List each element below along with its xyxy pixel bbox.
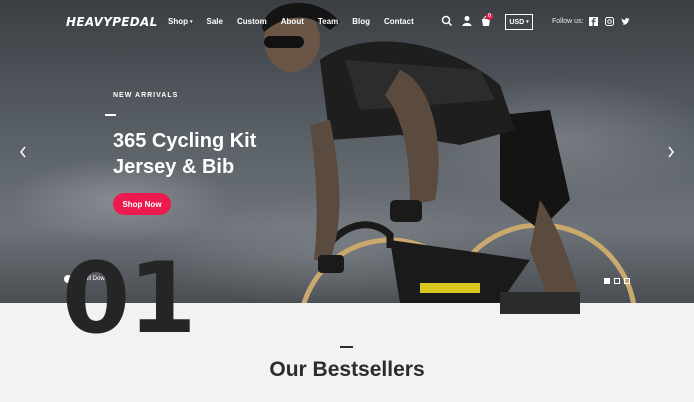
nav-item-blog[interactable]: Blog bbox=[352, 17, 370, 26]
chevron-right-icon[interactable] bbox=[666, 145, 676, 159]
nav-item-about[interactable]: About bbox=[281, 17, 304, 26]
decorative-block bbox=[500, 292, 580, 314]
hero-divider bbox=[105, 114, 116, 116]
nav-item-custom[interactable]: Custom bbox=[237, 17, 267, 26]
chevron-left-icon[interactable] bbox=[18, 145, 28, 159]
nav-item-label: Shop bbox=[168, 17, 188, 26]
nav-item-shop[interactable]: Shop ▾ bbox=[168, 17, 193, 26]
facebook-icon[interactable] bbox=[589, 17, 598, 26]
follow-label: Follow us: bbox=[552, 18, 584, 25]
slide-dot[interactable] bbox=[604, 278, 610, 284]
twitter-icon[interactable] bbox=[621, 17, 630, 26]
instagram-icon[interactable] bbox=[605, 17, 614, 26]
chevron-down-icon: ▾ bbox=[526, 19, 529, 25]
main-nav: Shop ▾ Sale Custom About Team Blog Conta… bbox=[168, 17, 428, 26]
section-divider bbox=[340, 346, 353, 348]
brand-logo[interactable]: HEAVYPEDAL bbox=[66, 15, 158, 29]
currency-selector[interactable]: USD ▾ bbox=[505, 14, 533, 30]
slide-dot[interactable] bbox=[614, 278, 620, 284]
section-number: 01 bbox=[62, 242, 196, 356]
hero-eyebrow: NEW ARRIVALS bbox=[113, 92, 179, 99]
hero-title: 365 Cycling Kit Jersey & Bib bbox=[113, 128, 333, 180]
section-title: Our Bestsellers bbox=[269, 358, 425, 381]
shop-now-button[interactable]: Shop Now bbox=[113, 193, 171, 215]
hero-title-line: 365 Cycling Kit bbox=[113, 130, 257, 152]
slide-dot[interactable] bbox=[624, 278, 630, 284]
currency-value: USD bbox=[509, 18, 525, 26]
user-icon[interactable] bbox=[461, 15, 473, 27]
chevron-down-icon: ▾ bbox=[190, 18, 193, 25]
slide-indicators bbox=[604, 278, 630, 284]
nav-item-team[interactable]: Team bbox=[318, 17, 338, 26]
cart-count-badge: 0 bbox=[486, 13, 493, 20]
hero-title-line: Jersey & Bib bbox=[113, 156, 235, 178]
search-icon[interactable] bbox=[441, 15, 453, 27]
nav-item-contact[interactable]: Contact bbox=[384, 17, 414, 26]
nav-item-sale[interactable]: Sale bbox=[207, 17, 223, 26]
